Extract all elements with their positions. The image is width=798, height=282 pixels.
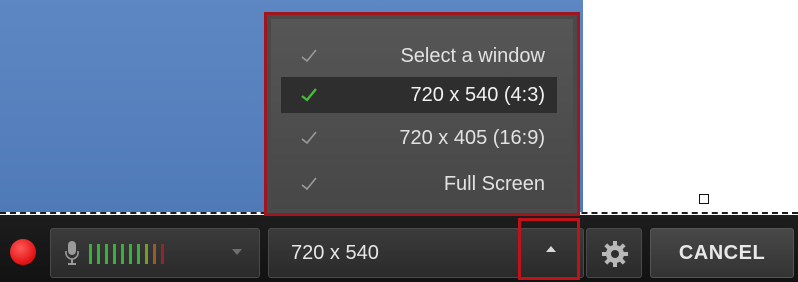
audio-level-bar [129, 244, 132, 264]
audio-level-bar [121, 244, 124, 264]
audio-level-meter [89, 244, 164, 264]
chevron-up-icon [546, 246, 556, 252]
audio-level-bar [137, 244, 140, 264]
microphone-icon [65, 241, 79, 265]
audio-level-bar [153, 244, 156, 264]
menu-item-select-window[interactable]: Select a window [281, 38, 557, 74]
audio-level-bar [145, 244, 148, 264]
menu-item-label: Select a window [400, 45, 545, 67]
resolution-dropdown-button[interactable] [518, 218, 580, 280]
audio-level-bar [97, 244, 100, 264]
audio-panel[interactable] [50, 228, 260, 278]
resize-handle[interactable] [699, 194, 709, 204]
audio-level-bar [89, 244, 92, 264]
cancel-button[interactable]: CANCEL [650, 228, 794, 278]
audio-level-bar [105, 244, 108, 264]
check-icon [301, 88, 317, 102]
settings-button[interactable] [586, 228, 642, 278]
check-icon [301, 131, 317, 145]
check-icon [301, 177, 317, 191]
check-icon [301, 49, 317, 63]
audio-level-bar [113, 244, 116, 264]
menu-item-full-screen[interactable]: Full Screen [281, 166, 557, 202]
menu-item-720x405[interactable]: 720 x 405 (16:9) [281, 120, 557, 156]
audio-level-bar [161, 244, 164, 264]
menu-item-label: 720 x 540 (4:3) [410, 84, 545, 106]
chevron-down-icon[interactable] [232, 249, 242, 255]
resolution-menu: Select a window 720 x 540 (4:3) 720 x 40… [264, 12, 580, 216]
menu-item-label: Full Screen [443, 173, 545, 195]
selected-resolution: 720 x 540 [291, 242, 379, 264]
menu-item-label: 720 x 405 (16:9) [399, 127, 545, 149]
menu-item-720x540[interactable]: 720 x 540 (4:3) [281, 77, 557, 113]
resolution-menu-body: Select a window 720 x 540 (4:3) 720 x 40… [271, 19, 573, 209]
gear-icon [602, 241, 628, 267]
record-icon[interactable] [10, 239, 36, 265]
